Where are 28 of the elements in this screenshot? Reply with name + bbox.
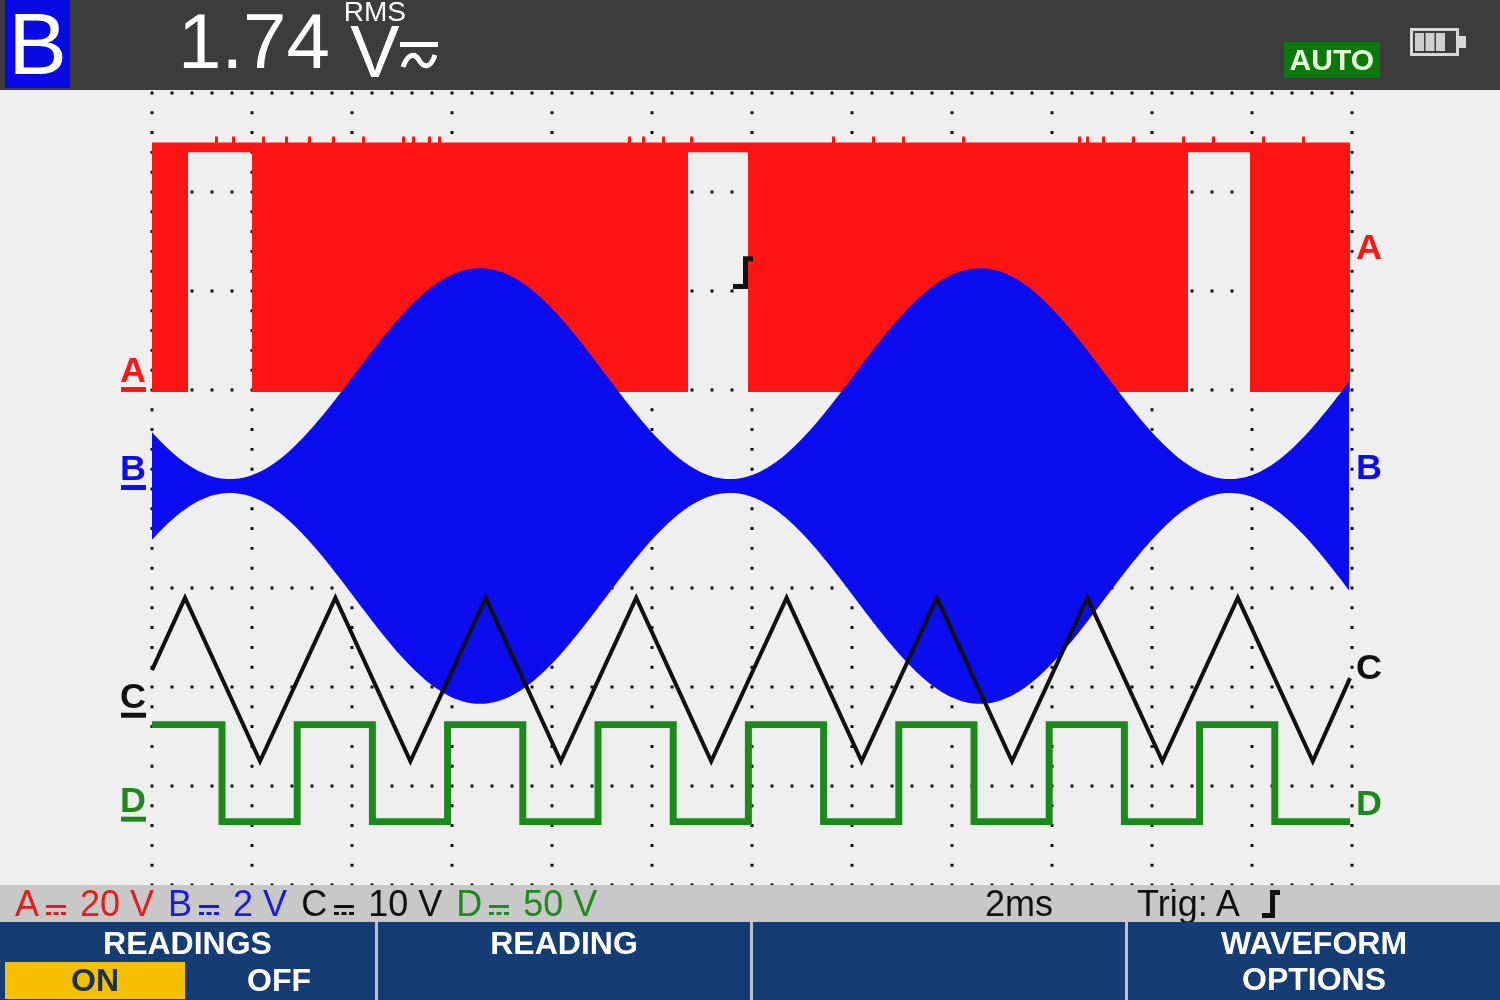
dc-coupling-icon xyxy=(46,904,66,915)
scale-value: 2 V xyxy=(233,885,288,922)
channel-label: A xyxy=(1356,227,1382,268)
scale-value: 50 V xyxy=(523,885,598,922)
measurement-qualifier: RMS xyxy=(343,0,407,24)
channel-name: A xyxy=(15,885,39,922)
trigger-source: Trig: A xyxy=(1137,885,1240,922)
channel-name: C xyxy=(301,885,328,922)
channel-name: B xyxy=(168,885,193,922)
softkey-title: READINGS xyxy=(102,925,273,961)
reading-value: 1.74 xyxy=(178,2,330,80)
toggle-option[interactable]: ON xyxy=(5,962,185,999)
mode-badge: AUTO xyxy=(1283,42,1380,78)
scale-value: 20 V xyxy=(80,885,155,922)
rising-edge-icon xyxy=(1261,889,1280,918)
channel-label: C xyxy=(1356,647,1382,688)
battery-icon xyxy=(1410,28,1466,56)
toggle-option[interactable]: OFF xyxy=(185,962,373,999)
channel-label: D xyxy=(1356,782,1382,823)
channel-label: B xyxy=(1356,447,1382,488)
dc-coupling-icon xyxy=(199,904,220,915)
unit-label: V xyxy=(350,24,400,80)
timebase-value: 2ms xyxy=(985,885,1054,922)
channel-indicator: B xyxy=(5,0,70,88)
dc-coupling-icon xyxy=(489,904,510,915)
channel-name: D xyxy=(456,885,483,922)
scale-value: 10 V xyxy=(368,885,443,922)
dc-coupling-icon xyxy=(334,904,355,915)
